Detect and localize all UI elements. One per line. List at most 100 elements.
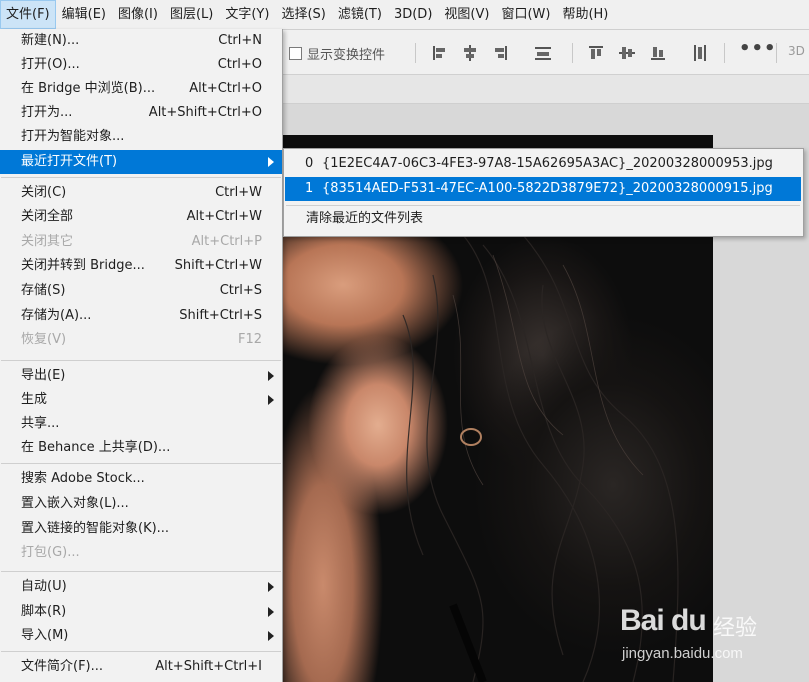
show-transform-controls-label: 显示变换控件 bbox=[307, 48, 386, 63]
file-menu-item[interactable]: 关闭(C) Ctrl+W bbox=[0, 181, 282, 205]
submenu-arrow-icon bbox=[268, 631, 274, 641]
file-menu-item[interactable]: 导入(M) bbox=[0, 624, 282, 648]
menu-9[interactable]: 窗口(W) bbox=[495, 0, 556, 29]
menu-7[interactable]: 3D(D) bbox=[388, 0, 438, 29]
recent-file-index: 0 bbox=[305, 156, 314, 171]
file-menu-item[interactable]: 存储为(A)... Shift+Ctrl+S bbox=[0, 304, 282, 328]
menu-2[interactable]: 图像(I) bbox=[112, 0, 164, 29]
menu-item-label: 打开(O)... bbox=[21, 57, 80, 72]
file-menu-item[interactable]: 在 Bridge 中浏览(B)... Alt+Ctrl+O bbox=[0, 77, 282, 101]
menu-separator bbox=[1, 651, 281, 652]
menu-item-shortcut: Ctrl+O bbox=[217, 57, 262, 72]
menu-8[interactable]: 视图(V) bbox=[438, 0, 495, 29]
distribute-vertical-icon[interactable] bbox=[532, 42, 554, 64]
file-menu-item[interactable]: 脚本(R) bbox=[0, 600, 282, 624]
toolbar-divider bbox=[776, 43, 777, 63]
file-menu-item[interactable]: 打开为智能对象... bbox=[0, 125, 282, 149]
3d-mode-label[interactable]: 3D bbox=[788, 44, 805, 58]
recent-file-name: {1E2EC4A7-06C3-4FE3-97A8-15A62695A3AC}_2… bbox=[322, 156, 773, 171]
file-menu-item[interactable]: 关闭并转到 Bridge... Shift+Ctrl+W bbox=[0, 254, 282, 278]
menu-bar: 文件(F) 编辑(E) 图像(I) 图层(L) 文字(Y) 选择(S) 滤镜(T) 3D(D)… bbox=[0, 0, 809, 30]
file-menu-item[interactable]: 生成 bbox=[0, 388, 282, 412]
menu-6[interactable]: 滤镜(T) bbox=[332, 0, 388, 29]
align-left-edges-icon[interactable] bbox=[428, 42, 450, 64]
menu-item-label: 关闭全部 bbox=[21, 209, 74, 224]
distribute-horizontal-icon[interactable] bbox=[689, 42, 711, 64]
menu-item-label: 生成 bbox=[21, 392, 48, 407]
file-menu-item[interactable]: 共享... bbox=[0, 412, 282, 436]
photo-strap bbox=[449, 603, 487, 682]
file-menu-item[interactable]: 搜索 Adobe Stock... bbox=[0, 467, 282, 491]
submenu-arrow-icon bbox=[268, 582, 274, 592]
file-menu-item[interactable]: 在 Behance 上共享(D)... bbox=[0, 436, 282, 460]
menu-item-label: 关闭其它 bbox=[21, 234, 74, 249]
align-horizontal-centers-icon[interactable] bbox=[459, 42, 481, 64]
menu-3[interactable]: 图层(L) bbox=[164, 0, 219, 29]
menu-item-label: 在 Behance 上共享(D)... bbox=[21, 440, 171, 455]
menu-item-shortcut: Ctrl+S bbox=[219, 283, 262, 298]
menu-item-label: 关闭并转到 Bridge... bbox=[21, 258, 145, 273]
menu-item-shortcut: Alt+Ctrl+W bbox=[186, 209, 262, 224]
recent-files-submenu: 0 {1E2EC4A7-06C3-4FE3-97A8-15A62695A3AC}… bbox=[283, 148, 804, 237]
menu-item-label: 文件简介(F)... bbox=[21, 659, 104, 674]
menu-item-shortcut: Alt+Ctrl+P bbox=[191, 234, 262, 249]
menu-item-shortcut: Ctrl+N bbox=[218, 33, 262, 48]
menu-item-label: 在 Bridge 中浏览(B)... bbox=[21, 81, 156, 96]
submenu-separator bbox=[286, 205, 800, 206]
menu-item-label: 恢复(V) bbox=[21, 332, 67, 347]
show-transform-controls-checkbox[interactable] bbox=[289, 47, 302, 60]
align-right-edges-icon[interactable] bbox=[490, 42, 512, 64]
menu-item-shortcut: Alt+Shift+Ctrl+O bbox=[148, 105, 262, 120]
file-menu-item[interactable]: 文件简介(F)... Alt+Shift+Ctrl+I bbox=[0, 655, 282, 679]
submenu-arrow-icon bbox=[268, 395, 274, 405]
align-bottom-edges-icon[interactable] bbox=[647, 42, 669, 64]
menu-item-shortcut: Alt+Shift+Ctrl+I bbox=[155, 659, 262, 674]
file-menu-item: 关闭其它 Alt+Ctrl+P bbox=[0, 230, 282, 254]
recent-file-item[interactable]: 0 {1E2EC4A7-06C3-4FE3-97A8-15A62695A3AC}… bbox=[285, 152, 801, 176]
align-vertical-centers-icon[interactable] bbox=[616, 42, 638, 64]
watermark-text: 经验 bbox=[713, 616, 758, 641]
toolbar-divider bbox=[415, 43, 416, 63]
menu-10[interactable]: 帮助(H) bbox=[556, 0, 614, 29]
toolbar-divider bbox=[724, 43, 725, 63]
file-menu-item[interactable]: 最近打开文件(T) bbox=[0, 150, 282, 174]
file-menu-item[interactable]: 打开为... Alt+Shift+Ctrl+O bbox=[0, 101, 282, 125]
menu-5[interactable]: 选择(S) bbox=[275, 0, 331, 29]
submenu-arrow-icon bbox=[268, 371, 274, 381]
menu-item-label: 打开为... bbox=[21, 105, 73, 120]
submenu-arrow-icon bbox=[268, 607, 274, 617]
more-options-icon[interactable]: ••• bbox=[739, 38, 777, 59]
menu-item-shortcut: F12 bbox=[237, 332, 262, 347]
watermark-url: jingyan.baidu.com bbox=[622, 645, 743, 662]
file-menu-item[interactable]: 关闭全部 Alt+Ctrl+W bbox=[0, 205, 282, 229]
menu-item-label: 导入(M) bbox=[21, 628, 69, 643]
menu-0[interactable]: 文件(F) bbox=[0, 0, 56, 29]
menu-separator bbox=[1, 463, 281, 464]
file-menu-item[interactable]: 自动(U) bbox=[0, 575, 282, 599]
file-menu-item[interactable]: 存储(S) Ctrl+S bbox=[0, 279, 282, 303]
menu-item-label: 共享... bbox=[21, 416, 60, 431]
menu-item-shortcut: Shift+Ctrl+W bbox=[174, 258, 262, 273]
menu-item-label: 关闭(C) bbox=[21, 185, 67, 200]
clear-recent-files-item[interactable]: 清除最近的文件列表 bbox=[285, 207, 801, 231]
menu-item-label: 搜索 Adobe Stock... bbox=[21, 471, 145, 486]
file-menu-item[interactable]: 导出(E) bbox=[0, 364, 282, 388]
clear-recent-files-label: 清除最近的文件列表 bbox=[306, 211, 424, 226]
menu-item-label: 新建(N)... bbox=[21, 33, 80, 48]
menu-item-shortcut: Shift+Ctrl+S bbox=[179, 308, 262, 323]
file-menu-item[interactable]: 打开(O)... Ctrl+O bbox=[0, 53, 282, 77]
menu-item-label: 最近打开文件(T) bbox=[21, 154, 118, 169]
recent-file-item[interactable]: 1 {83514AED-F531-47EC-A100-5822D3879E72}… bbox=[285, 177, 801, 201]
menu-item-label: 打开为智能对象... bbox=[21, 129, 125, 144]
menu-separator bbox=[1, 571, 281, 572]
file-menu-item[interactable]: 置入链接的智能对象(K)... bbox=[0, 517, 282, 541]
align-top-edges-icon[interactable] bbox=[585, 42, 607, 64]
menu-item-shortcut: Alt+Ctrl+O bbox=[189, 81, 262, 96]
file-menu-item[interactable]: 新建(N)... Ctrl+N bbox=[0, 29, 282, 53]
recent-file-name: {83514AED-F531-47EC-A100-5822D3879E72}_2… bbox=[322, 181, 773, 196]
menu-separator bbox=[1, 177, 281, 178]
menu-item-label: 存储为(A)... bbox=[21, 308, 92, 323]
file-menu-item[interactable]: 置入嵌入对象(L)... bbox=[0, 492, 282, 516]
menu-4[interactable]: 文字(Y) bbox=[219, 0, 275, 29]
menu-1[interactable]: 编辑(E) bbox=[56, 0, 112, 29]
